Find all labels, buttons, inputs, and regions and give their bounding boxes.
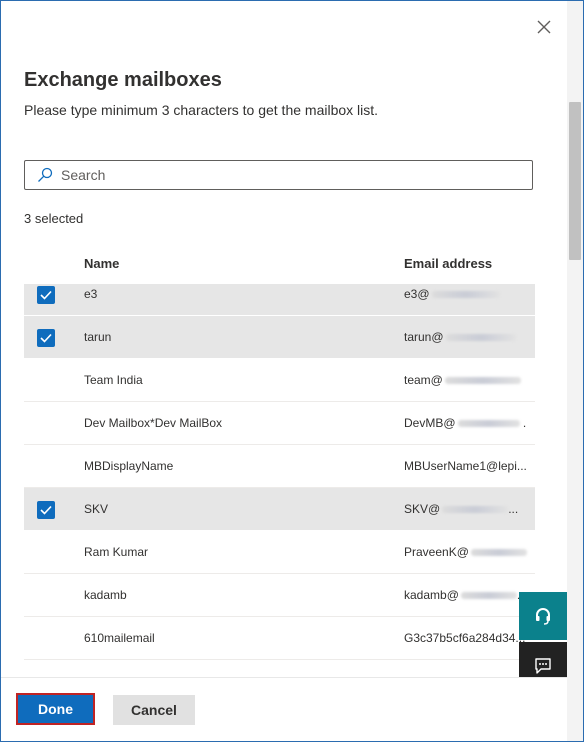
table-row[interactable]: SKV SKV@... [24, 488, 535, 531]
mailbox-email: e3@ [404, 287, 529, 301]
headset-icon [536, 608, 550, 625]
exchange-mailboxes-panel: Exchange mailboxes Please type minimum 3… [0, 0, 584, 742]
mailbox-email: G3c37b5cf6a284d34... [404, 631, 526, 645]
search-input[interactable] [61, 165, 521, 185]
row-checkbox[interactable] [37, 501, 55, 519]
checkmark-icon [40, 290, 52, 300]
mailbox-email: SKV@... [404, 502, 519, 516]
search-icon [37, 167, 53, 183]
table-row[interactable]: Dev Mailbox*Dev MailBox DevMB@ . [24, 402, 535, 445]
column-header-name[interactable]: Name [84, 256, 119, 271]
done-button[interactable]: Done [16, 693, 95, 725]
table-row[interactable]: kadamb kadamb@... [24, 574, 535, 617]
panel-subtitle: Please type minimum 3 characters to get … [24, 102, 379, 118]
search-box[interactable] [24, 160, 533, 190]
mailbox-name: Ram Kumar [84, 545, 149, 559]
mailbox-email: tarun@ [404, 330, 529, 344]
feedback-icon [535, 658, 551, 674]
table-row[interactable]: Team India team@ [24, 359, 535, 402]
row-checkbox[interactable] [37, 286, 55, 304]
mailbox-name: MBDisplayName [84, 459, 174, 473]
mailbox-name: e3 [84, 287, 98, 301]
cancel-button[interactable]: Cancel [113, 695, 195, 725]
mailbox-name: 610mailemail [84, 631, 155, 645]
mailbox-email: kadamb@... [404, 588, 529, 602]
mailbox-name: Dev Mailbox*Dev MailBox [84, 416, 223, 430]
panel-title: Exchange mailboxes [24, 69, 222, 91]
selection-count: 3 selected [24, 211, 84, 226]
checkmark-icon [40, 333, 52, 343]
table-row[interactable]: e3 e3@ [24, 284, 535, 316]
support-button[interactable] [519, 592, 567, 640]
mailbox-name: tarun [84, 330, 112, 344]
table-row[interactable]: MBDisplayName MBUserName1@lepi... [24, 445, 535, 488]
mailbox-email: MBUserName1@lepi... [404, 459, 527, 473]
table-row[interactable]: 610mailemail G3c37b5cf6a284d34... [24, 617, 535, 660]
mailbox-name: kadamb [84, 588, 127, 602]
table-row[interactable]: tarun tarun@ [24, 316, 535, 359]
row-checkbox[interactable] [37, 329, 55, 347]
mailbox-email: PraveenK@ [404, 545, 529, 559]
table-row[interactable]: Ram Kumar PraveenK@ [24, 531, 535, 574]
column-header-email[interactable]: Email address [404, 256, 492, 271]
mailbox-email: DevMB@ . [404, 416, 527, 430]
close-icon[interactable] [533, 16, 555, 38]
mailbox-email: team@ [404, 373, 529, 387]
mailbox-name: SKV [84, 502, 109, 516]
checkmark-icon [40, 505, 52, 515]
mailbox-list: e3 e3@ tarun tarun@ Team India team@ Dev… [24, 284, 535, 660]
scrollbar-thumb[interactable] [569, 102, 581, 260]
mailbox-name: Team India [84, 373, 143, 387]
